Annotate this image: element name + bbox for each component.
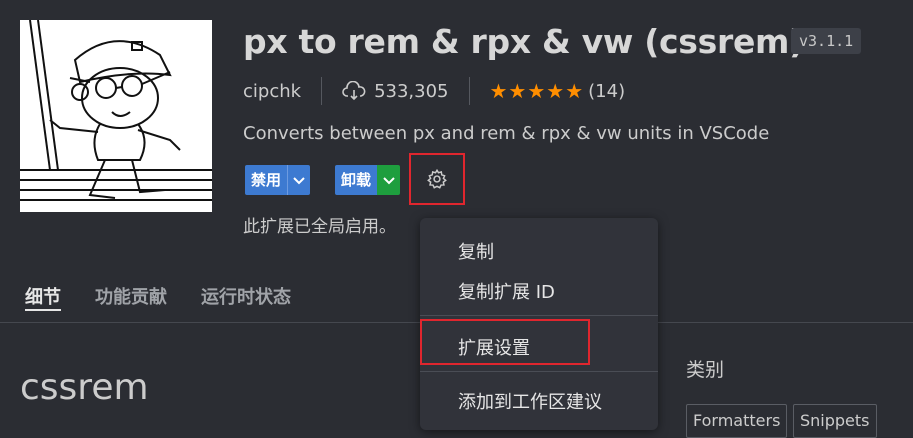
tab-details[interactable]: 细节	[25, 283, 61, 309]
enabled-status-text: 此扩展已全局启用。	[243, 217, 396, 237]
detail-tabs: 细节 功能贡献 运行时状态	[25, 283, 291, 309]
gear-icon	[427, 168, 447, 189]
menu-item-copy[interactable]: 复制	[458, 238, 494, 264]
menu-separator	[420, 371, 658, 372]
uninstall-dropdown-button[interactable]	[377, 165, 401, 195]
categories-heading: 类别	[686, 359, 725, 381]
disable-dropdown-button[interactable]	[287, 165, 311, 195]
extension-meta-row: cipchk 533,305 ★★★★★ (14)	[243, 77, 625, 105]
readme-title: cssrem	[20, 367, 149, 408]
extension-description: Converts between px and rem & rpx & vw u…	[243, 123, 770, 144]
cartoon-character-logo-icon	[20, 20, 212, 201]
extension-logo	[20, 20, 212, 212]
gear-context-menu: 复制 复制扩展 ID 扩展设置 添加到工作区建议	[420, 218, 658, 430]
version-badge: v3.1.1	[791, 28, 862, 54]
download-count: 533,305	[374, 80, 449, 102]
rating-count[interactable]: (14)	[588, 81, 625, 102]
cloud-download-icon	[342, 81, 366, 101]
category-chip-snippets[interactable]: Snippets	[793, 404, 877, 438]
menu-separator	[420, 315, 658, 316]
disable-button-group: 禁用	[245, 165, 311, 195]
chevron-down-icon	[293, 177, 305, 185]
category-chip-formatters[interactable]: Formatters	[686, 404, 788, 438]
manage-gear-button[interactable]	[409, 153, 465, 205]
meta-divider	[468, 77, 470, 105]
menu-item-extension-settings[interactable]: 扩展设置	[458, 334, 530, 360]
tab-runtime-status[interactable]: 运行时状态	[201, 283, 291, 309]
uninstall-button-group: 卸载	[335, 165, 401, 195]
menu-item-add-to-workspace-recommendations[interactable]: 添加到工作区建议	[458, 388, 602, 414]
menu-item-copy-extension-id[interactable]: 复制扩展 ID	[458, 278, 555, 304]
uninstall-button[interactable]: 卸载	[335, 165, 378, 195]
tab-contributions[interactable]: 功能贡献	[95, 283, 167, 309]
chevron-down-icon	[383, 177, 395, 185]
rating-stars[interactable]: ★★★★★	[490, 79, 585, 103]
extension-title: px to rem & rpx & vw (cssrem)	[243, 22, 804, 61]
publisher-link[interactable]: cipchk	[243, 81, 301, 102]
meta-divider	[321, 77, 323, 105]
disable-button[interactable]: 禁用	[245, 165, 288, 195]
